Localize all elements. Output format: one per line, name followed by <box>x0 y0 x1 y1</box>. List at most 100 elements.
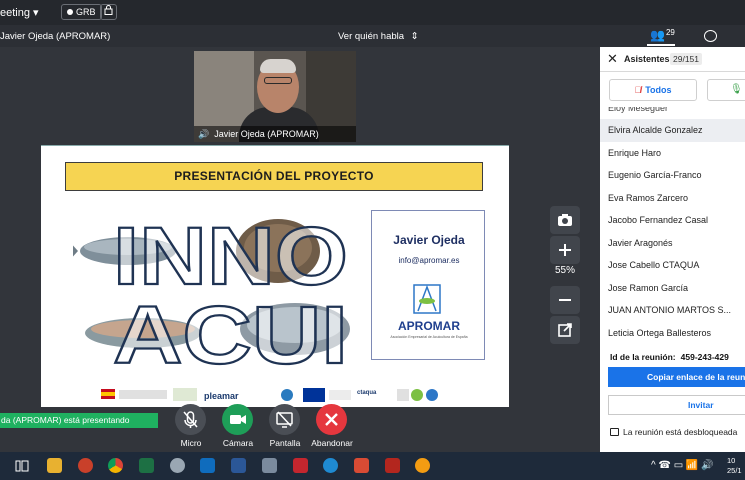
minus-icon <box>559 299 571 301</box>
speaker-video-tile[interactable]: 🔊 Javier Ojeda (APROMAR) <box>194 51 356 142</box>
recording-label: GRB <box>76 7 96 17</box>
app-orange-icon[interactable] <box>415 458 430 473</box>
leave-label: Abandonar <box>311 438 353 448</box>
presenter-card: Javier Ojeda info@apromar.es APROMAR Aso… <box>371 210 485 360</box>
task-view-icon[interactable] <box>15 459 29 473</box>
presenting-banner: da (APROMAR) está presentando <box>0 413 158 428</box>
view-selector[interactable]: Ver quién habla ⇕ <box>338 31 419 42</box>
presenter-name: Javier Ojeda <box>393 233 465 247</box>
video-name-label: 🔊 Javier Ojeda (APROMAR) <box>194 126 356 142</box>
list-item[interactable]: JUAN ANTONIO MARTOS S... <box>600 299 745 322</box>
zoom-out-button[interactable] <box>550 286 580 314</box>
meeting-window: eeting ▾ GRB Javier Ojeda (APROMAR) Ver … <box>0 0 745 480</box>
close-icon[interactable]: ✕ <box>607 51 618 67</box>
windows-taskbar: ^ ☎ ▭ 📶 🔊 10 25/1 <box>0 452 745 480</box>
app-icon[interactable] <box>170 458 185 473</box>
app-red-icon[interactable] <box>293 458 308 473</box>
meeting-id-value: 459-243-429 <box>680 352 729 362</box>
speaker-glasses <box>264 77 292 84</box>
panel-tabs: 👥29 <box>600 25 745 47</box>
people-icon: 👥 <box>650 28 665 42</box>
call-controls: Micro Cámara Pantalla Abandonar <box>170 404 360 450</box>
system-tray[interactable]: ^ ☎ ▭ 📶 🔊 <box>651 460 714 471</box>
excel-icon[interactable] <box>139 458 154 473</box>
recording-badge[interactable]: GRB <box>61 4 102 20</box>
mic-label: Micro <box>180 438 202 448</box>
lock-button[interactable] <box>100 4 117 20</box>
lock-icon <box>104 5 113 15</box>
art-word-bottom: ACUI <box>113 290 348 373</box>
snapshot-button[interactable] <box>550 206 580 234</box>
popout-button[interactable] <box>550 316 580 344</box>
participant-count: 29 <box>665 28 675 37</box>
external-link-icon <box>558 323 572 337</box>
chrome-icon[interactable] <box>108 458 123 473</box>
leave-button[interactable] <box>316 404 347 435</box>
list-item[interactable]: Elvira Alcalde Gonzalez <box>600 119 745 142</box>
word-icon[interactable] <box>231 458 246 473</box>
camera-snapshot-icon <box>558 214 572 226</box>
zoom-in-button[interactable] <box>550 236 580 264</box>
clock[interactable]: 10 25/1 <box>727 456 742 476</box>
list-item[interactable]: Eugenio García-Franco <box>600 164 745 187</box>
mic-off-icon: 🎙̸ <box>634 85 642 95</box>
list-item[interactable]: Jose Cabello CTAQUA <box>600 254 745 277</box>
chat-icon[interactable] <box>704 30 717 42</box>
mic-muted-icon <box>183 411 198 428</box>
copy-link-button[interactable]: Copiar enlace de la reunión <box>608 367 745 387</box>
powerpoint-icon[interactable] <box>78 458 93 473</box>
speaker-hair <box>260 59 296 73</box>
list-item[interactable]: Leticia Ortega Ballesteros <box>600 322 745 344</box>
list-item[interactable]: Enrique Haro <box>600 142 745 165</box>
video-speaker-name: Javier Ojeda (APROMAR) <box>214 129 319 139</box>
lock-status-text: La reunión está desbloqueada <box>623 427 738 437</box>
panel-title: Asistentes <box>624 54 670 64</box>
presenter-email: info@apromar.es <box>398 256 460 265</box>
screen-share-button[interactable] <box>269 404 300 435</box>
chevron-updown-icon: ⇕ <box>410 31 419 42</box>
invite-button[interactable]: Invitar <box>608 395 745 415</box>
plus-icon <box>559 244 571 256</box>
list-item[interactable]: Jacobo Fernandez Casal <box>600 209 745 232</box>
meeting-menu[interactable]: eeting ▾ <box>0 6 39 19</box>
outlook-icon[interactable] <box>200 458 215 473</box>
list-item[interactable]: Javier Aragonés <box>600 232 745 255</box>
meeting-app-icon[interactable] <box>354 458 369 473</box>
camera-button[interactable] <box>222 404 253 435</box>
participant-list[interactable]: Eloy Meseguer Elvira Alcalde Gonzalez En… <box>600 107 745 343</box>
zoom-level: 55% <box>554 265 575 276</box>
active-speaker-name: Javier Ojeda (APROMAR) <box>0 31 111 42</box>
acrobat-icon[interactable] <box>385 458 400 473</box>
top-bar: eeting ▾ GRB <box>0 0 745 25</box>
mute-all-label: Todos <box>645 85 672 95</box>
participants-tab[interactable]: 👥29 <box>650 28 675 42</box>
lock-status: La reunión está desbloqueada <box>610 427 737 437</box>
zoom-controls: 55% <box>548 206 582 344</box>
sponsor-logos: pleamar ctaqua <box>101 387 441 403</box>
mute-all-button[interactable]: 🎙̸ Todos <box>609 79 697 101</box>
file-explorer-icon[interactable] <box>47 458 62 473</box>
pleamar-logo: pleamar <box>204 391 239 401</box>
brand-subtitle: Asociación Empresarial de Acuicultura de… <box>390 335 468 339</box>
attendee-count: 29/151 <box>670 53 702 65</box>
artwork-letters: INNO ACUI <box>112 210 349 373</box>
mic-icon: 🎙 <box>730 84 743 95</box>
unmute-all-button[interactable]: 🎙 <box>707 79 745 101</box>
screen-label: Pantalla <box>269 438 301 448</box>
list-item[interactable]: Eloy Meseguer <box>600 107 745 119</box>
image-viewer-icon[interactable] <box>262 458 277 473</box>
speaking-mic-icon: 🔊 <box>198 129 210 139</box>
meeting-id: Id de la reunión: 459-243-429 <box>610 352 729 362</box>
mic-button[interactable] <box>175 404 206 435</box>
list-item[interactable]: Eva Ramos Zarcero <box>600 187 745 210</box>
ctaqua-logo: ctaqua <box>357 390 377 396</box>
participants-panel: ✕ Asistentes 29/151 🎙̸ Todos 🎙 Eloy Meseg… <box>600 47 745 452</box>
camera-label: Cámara <box>222 438 254 448</box>
panel-header: ✕ Asistentes 29/151 <box>600 47 745 72</box>
edge-icon[interactable] <box>323 458 338 473</box>
list-item[interactable]: Jose Ramon García <box>600 277 745 300</box>
unlock-icon <box>610 428 619 436</box>
clock-date: 25/1 <box>727 466 742 475</box>
view-selector-label: Ver quién habla <box>338 31 405 42</box>
clock-time: 10 <box>727 456 736 465</box>
